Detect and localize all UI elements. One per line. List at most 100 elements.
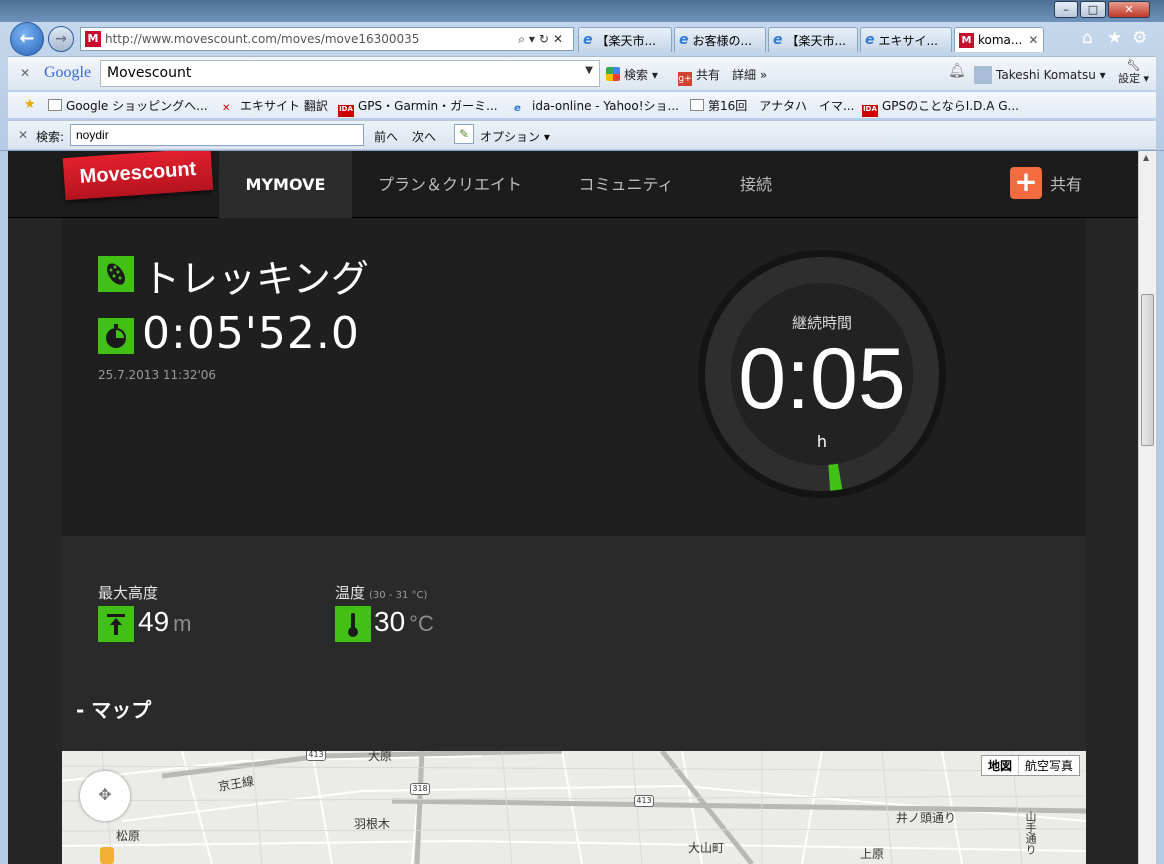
movescount-icon: M	[959, 32, 974, 48]
favorite-label: GPSのことならI.D.A G...	[882, 99, 1019, 113]
movescount-logo[interactable]: Movescount	[62, 151, 214, 201]
minimize-button[interactable]: –	[1054, 1, 1078, 18]
tab-2[interactable]: e お客様の...	[674, 27, 766, 52]
map-type-map-button[interactable]: 地図	[982, 756, 1019, 775]
route-shield: 318	[410, 783, 430, 795]
scroll-up-icon[interactable]: ▲	[1143, 153, 1149, 162]
find-next-button[interactable]: 次へ	[412, 128, 436, 145]
tab-label: 【楽天市...	[786, 33, 846, 48]
tab-1[interactable]: e 【楽天市...	[578, 27, 672, 52]
google-search-input[interactable]: Movescount ▼	[100, 60, 600, 87]
google-search-button[interactable]: 検索 ▾	[606, 66, 658, 83]
tab-label: お客様の...	[692, 33, 752, 48]
map-label: 山手通り	[1024, 811, 1037, 855]
browser-chrome: – □ ✕ ← → M http://www.movescount.com/mo…	[0, 0, 1164, 151]
temperature-range: (30 - 31 °C)	[369, 590, 428, 601]
google-logo-text: Google	[44, 64, 92, 81]
close-toolbar-icon[interactable]: ✕	[20, 66, 30, 80]
tab-5-active[interactable]: Mkoma... ✕	[954, 27, 1044, 52]
url-text[interactable]: http://www.movescount.com/moves/move1630…	[105, 32, 518, 46]
window-titlebar: – □ ✕	[0, 0, 1164, 22]
maximize-button[interactable]: □	[1080, 1, 1106, 18]
route-shield: 413	[634, 795, 654, 807]
close-find-icon[interactable]: ✕	[18, 128, 28, 142]
favorite-link-6[interactable]: IDA GPSのことならI.D.A G...	[862, 97, 1019, 117]
gauge-fill	[828, 463, 843, 491]
address-tools[interactable]: ⌕▾↻✕	[518, 32, 573, 47]
more-button[interactable]: 詳細 »	[732, 66, 767, 83]
map-label: 井ノ頭通り	[896, 811, 957, 825]
avatar	[974, 66, 992, 84]
google-share-button[interactable]: g+ 共有	[678, 66, 720, 86]
map-roads	[62, 751, 1086, 864]
chevron-down-icon[interactable]: ▼	[585, 65, 593, 76]
max-altitude-value: 49 m	[138, 606, 191, 638]
favorite-link-5[interactable]: 第16回 アナタハ イマ...	[690, 97, 854, 114]
map-type-toggle: 地図 航空写真	[980, 755, 1080, 776]
thermometer-icon	[335, 606, 371, 642]
map-label: 松原	[116, 829, 141, 843]
favorites-star-add-icon[interactable]: ★	[24, 97, 36, 112]
share-label[interactable]: 共有	[1050, 171, 1082, 195]
map-section-toggle[interactable]: - マップ	[76, 694, 151, 723]
find-prev-button[interactable]: 前へ	[374, 128, 398, 145]
close-window-button[interactable]: ✕	[1108, 1, 1150, 18]
nav-community[interactable]: コミュニティ	[556, 151, 696, 218]
favorite-link-2[interactable]: ✕ エキサイト 翻訳	[222, 97, 328, 115]
settings-button[interactable]: 🔧︎ 設定 ▾	[1118, 59, 1149, 85]
tab-3[interactable]: e 【楽天市...	[768, 27, 858, 52]
map-label: 大山町	[688, 841, 725, 855]
route-shield: 413	[306, 751, 326, 761]
bell-icon[interactable]: 🔔︎	[948, 63, 966, 79]
map-label: 羽根木	[354, 817, 391, 831]
google-logo: Google	[44, 64, 91, 82]
options-label: オプション	[480, 130, 541, 144]
temperature-value: 30 °C	[374, 606, 434, 638]
highlight-icon[interactable]: ✎	[454, 124, 474, 144]
nav-mymove[interactable]: MYMOVE	[219, 151, 352, 218]
temperature-number: 30	[374, 606, 406, 637]
favorites-bar: ★ Google ショッピングへ... ✕ エキサイト 翻訳 IDA GPS・Gar…	[8, 92, 1156, 118]
vertical-scrollbar[interactable]: ▲	[1138, 151, 1156, 864]
pegman-icon[interactable]	[100, 847, 114, 864]
favorite-link-3[interactable]: IDA GPS・Garmin・ガーミ...	[338, 97, 498, 117]
map-view[interactable]: ✥ 大原 京王線 松原 羽根木 大山町 井ノ頭通り 山手通り 上原 413 31…	[62, 751, 1086, 864]
favorites-star-icon[interactable]: ★	[1107, 28, 1122, 48]
favorite-label: 第16回 アナタハ イマ...	[708, 99, 855, 113]
home-icon[interactable]: ⌂	[1082, 28, 1093, 48]
scrollbar-thumb[interactable]	[1141, 294, 1154, 446]
user-name: Takeshi Komatsu	[996, 68, 1096, 82]
map-pan-control[interactable]: ✥	[80, 771, 130, 821]
gear-icon[interactable]: ⚙	[1132, 28, 1147, 48]
max-altitude-number: 49	[138, 606, 170, 637]
nav-connect[interactable]: 接続	[708, 151, 804, 218]
tab-label: 【楽天市...	[596, 33, 656, 48]
address-bar[interactable]: M http://www.movescount.com/moves/move16…	[80, 27, 574, 51]
forward-button[interactable]: →	[48, 26, 74, 52]
map-type-satellite-button[interactable]: 航空写真	[1019, 756, 1079, 775]
settings-label: 設定	[1118, 72, 1140, 85]
favorite-link-4[interactable]: e ida-online - Yahoo!ショ...	[514, 97, 679, 115]
site-navbar: Movescount MYMOVE プラン＆クリエイト コミュニティ 接続 + …	[8, 151, 1138, 218]
tab-4[interactable]: e エキサイ...	[860, 27, 952, 52]
page-icon	[48, 99, 62, 111]
max-altitude-unit: m	[173, 611, 192, 636]
find-label: 検索:	[36, 130, 65, 144]
temperature-label: 温度	[335, 584, 366, 602]
find-options-button[interactable]: オプション ▾	[480, 128, 550, 145]
nav-plan-create[interactable]: プラン＆クリエイト	[360, 151, 540, 218]
share-plus-icon[interactable]: +	[1010, 167, 1042, 199]
movescount-favicon-icon: M	[85, 31, 101, 47]
duration-value: 0:05'52.0	[142, 308, 360, 359]
account-menu[interactable]: Takeshi Komatsu ▾	[974, 66, 1106, 84]
favorite-label: ida-online - Yahoo!ショ...	[532, 99, 679, 113]
close-tab-icon[interactable]: ✕	[1028, 33, 1038, 47]
tab-label: エキサイ...	[878, 33, 938, 48]
ie-icon: e	[583, 32, 593, 48]
favorite-link-1[interactable]: Google ショッピングへ...	[48, 97, 208, 114]
google-plus-icon: g+	[678, 72, 692, 86]
excite-icon: ✕	[222, 103, 231, 114]
window-frame-right	[1156, 151, 1164, 864]
find-input[interactable]	[70, 124, 364, 146]
back-button[interactable]: ←	[10, 22, 44, 56]
